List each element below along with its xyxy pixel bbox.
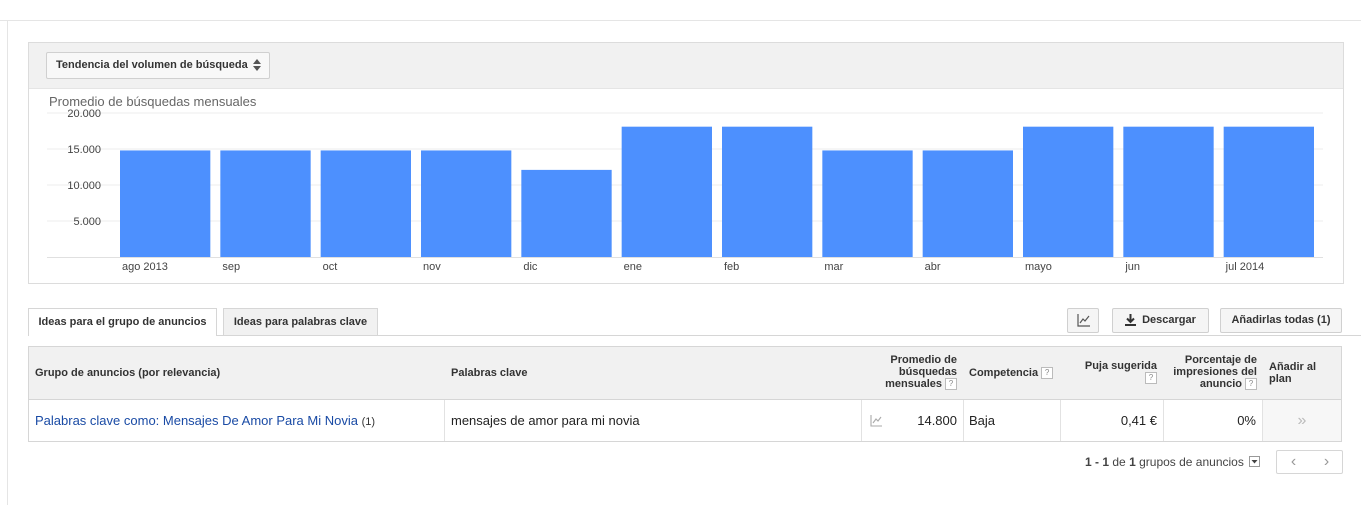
bar-mar[interactable] <box>822 150 913 257</box>
help-icon[interactable]: ? <box>1245 378 1257 391</box>
bar-ene[interactable] <box>621 126 712 258</box>
column-divider <box>861 400 862 441</box>
bar-oct[interactable] <box>320 150 411 257</box>
x-tick-label: ago 2013 <box>122 261 168 273</box>
keywords-cell: mensajes de amor para mi novia <box>451 413 640 428</box>
download-label: Descargar <box>1142 314 1196 326</box>
x-tick-label: feb <box>724 261 739 273</box>
x-tick-label: jun <box>1124 261 1140 273</box>
x-tick-label: nov <box>423 261 441 273</box>
header-avg-searches[interactable]: Promedio de búsquedas mensuales? <box>865 354 957 391</box>
x-tick-label: dic <box>523 261 538 273</box>
prev-page-button[interactable]: ‹ <box>1277 451 1310 473</box>
graph-button[interactable] <box>1067 308 1099 333</box>
adgroup-link[interactable]: Palabras clave como: Mensajes De Amor Pa… <box>35 413 358 428</box>
bar-feb[interactable] <box>722 126 813 258</box>
x-tick-label: abr <box>925 261 941 273</box>
bar-nov[interactable] <box>421 150 512 257</box>
x-tick-label: mayo <box>1025 261 1052 273</box>
x-tick-label: jul 2014 <box>1225 261 1265 273</box>
column-divider <box>444 400 445 441</box>
bid-cell: 0,41 € <box>1120 413 1157 428</box>
bar-dic[interactable] <box>521 169 612 257</box>
header-bid[interactable]: Puja sugerida ? <box>1069 360 1157 385</box>
tabs-divider <box>28 335 1361 336</box>
avg-searches-cell: 14.800 <box>917 413 957 428</box>
left-divider <box>7 21 8 505</box>
bar-ago-2013[interactable] <box>120 150 211 257</box>
adgroup-cell: Palabras clave como: Mensajes De Amor Pa… <box>35 400 375 441</box>
add-to-plan-button[interactable]: » <box>1263 400 1341 441</box>
header-keywords[interactable]: Palabras clave <box>451 367 527 379</box>
column-divider <box>963 400 964 441</box>
header-impression-share[interactable]: Porcentaje de impresiones del anuncio? <box>1159 354 1257 391</box>
competition-cell: Baja <box>969 413 996 428</box>
chevron-down-icon <box>1251 460 1258 464</box>
pagination-summary: 1 - 1 de 1 grupos de anuncios <box>1085 455 1244 469</box>
help-icon[interactable]: ? <box>1145 372 1157 385</box>
bar-chart: 5.000 10.000 15.000 20.000 ago 2013 sep oct nov… <box>47 108 1323 273</box>
impression-share-cell: 0% <box>1237 413 1256 428</box>
top-divider <box>0 20 1361 21</box>
page-size-dropdown[interactable] <box>1249 456 1260 467</box>
adgroup-table: Grupo de anuncios (por relevancia) Palab… <box>28 346 1342 442</box>
trend-chart-panel: Tendencia del volumen de búsqueda Promed… <box>28 42 1344 284</box>
download-icon <box>1125 314 1137 327</box>
download-button[interactable]: Descargar <box>1112 308 1209 333</box>
pagination-controls: ‹ › <box>1276 450 1343 474</box>
bar-sep[interactable] <box>220 150 311 257</box>
help-icon[interactable]: ? <box>945 378 957 391</box>
add-all-button[interactable]: Añadirlas todas (1) <box>1220 308 1342 333</box>
y-tick-label: 10.000 <box>67 180 101 192</box>
bar-jun[interactable] <box>1123 126 1214 258</box>
next-page-button[interactable]: › <box>1310 451 1343 473</box>
tab-keyword-ideas[interactable]: Ideas para palabras clave <box>223 308 378 335</box>
x-tick-label: sep <box>222 261 240 273</box>
tab-adgroup-ideas[interactable]: Ideas para el grupo de anuncios <box>28 308 217 336</box>
x-tick-label: mar <box>824 261 843 273</box>
bar-abr[interactable] <box>922 150 1013 257</box>
y-tick-label: 15.000 <box>67 144 101 156</box>
line-chart-icon <box>1077 314 1090 327</box>
y-tick-label: 20.000 <box>67 108 101 120</box>
help-icon[interactable]: ? <box>1041 367 1054 380</box>
adgroup-count: (1) <box>361 416 376 428</box>
y-tick-label: 5.000 <box>73 216 101 228</box>
header-competition[interactable]: Competencia? <box>969 367 1054 380</box>
column-divider <box>1060 400 1061 441</box>
x-tick-label: oct <box>323 261 338 273</box>
column-divider <box>1163 400 1164 441</box>
x-tick-label: ene <box>624 261 642 273</box>
table-row: Palabras clave como: Mensajes De Amor Pa… <box>29 400 1341 441</box>
line-chart-icon[interactable] <box>870 415 883 427</box>
bar-mayo[interactable] <box>1023 126 1114 258</box>
header-adgroup[interactable]: Grupo de anuncios (por relevancia) <box>35 367 220 379</box>
table-header: Grupo de anuncios (por relevancia) Palab… <box>29 347 1341 400</box>
header-add-to-plan: Añadir al plan <box>1269 361 1317 385</box>
bar-jul-2014[interactable] <box>1223 126 1314 258</box>
